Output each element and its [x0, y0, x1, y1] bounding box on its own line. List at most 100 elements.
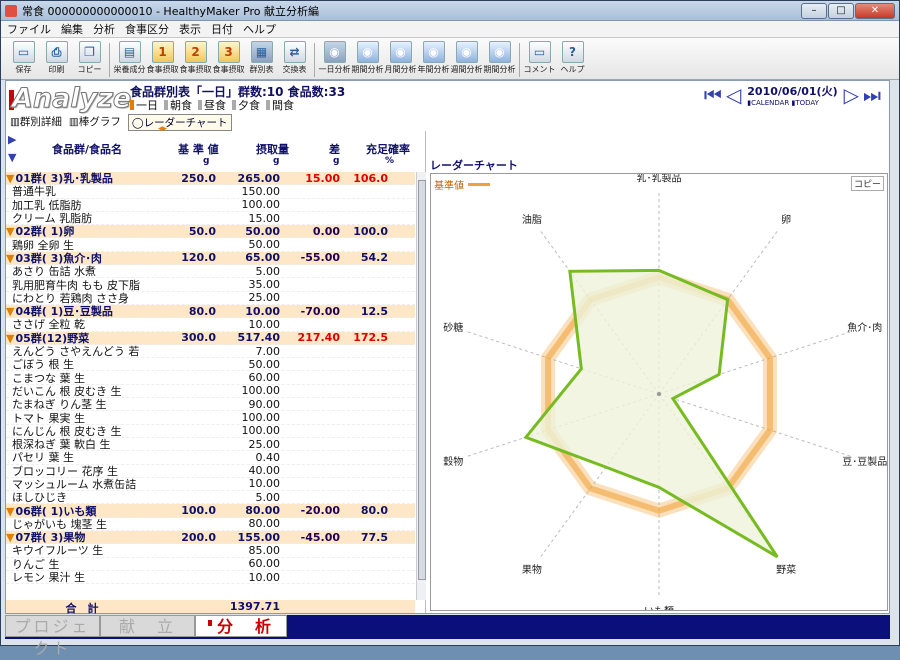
table-row[interactable]: レモン 果汁 生 10.00 [6, 571, 415, 585]
meal-tabs: 一日 朝食 昼食 夕食 間食 [130, 97, 294, 113]
bottom-tab-2[interactable]: 分 析 [195, 615, 287, 637]
menu-item-4[interactable]: 表示 [179, 21, 201, 37]
base-value: 80.0 [188, 304, 216, 318]
col-base[interactable]: 基 準 値 [178, 141, 219, 157]
toolbar-button-12[interactable]: ◉ 年間分析 [417, 41, 450, 75]
menu-item-1[interactable]: 編集 [61, 21, 83, 37]
axis-label-1: 卵 [781, 214, 791, 226]
save-icon: ▭ [12, 41, 35, 63]
diff-value: -20.00 [300, 504, 340, 518]
toolbar-button-2[interactable]: ❐ コピー [75, 41, 104, 75]
toolbar-button-10[interactable]: ◉ 期間分析 [352, 41, 384, 75]
toolbar-label-12: 年間分析 [417, 65, 450, 74]
radar-title: レーダーチャート [430, 159, 518, 172]
radar-section: レーダーチャート 基準値 コピー 乳･乳製品卵魚介･肉豆･豆製品野菜いも類 果物 穀… [430, 159, 888, 617]
diff-value: -55.00 [300, 251, 340, 265]
period-analysis-2-icon: ◉ [488, 41, 511, 63]
toolbar-button-14[interactable]: ◉ 期間分析 [484, 41, 516, 75]
collapse-icon[interactable]: ▼ [8, 151, 16, 164]
last-arrow-icon[interactable]: ⏭ [863, 85, 881, 105]
intake-value: 60.00 [248, 371, 281, 385]
analysis-panel: Analyze 食品群別表「一日」群数:10 食品数:33 一日 朝食 昼食 夕食 間食… [5, 80, 890, 617]
calendar-today-links[interactable]: ▮CALENDAR ▮TODAY [747, 99, 819, 107]
toolbar-button-3[interactable]: ▤ 栄養成分 [114, 41, 146, 75]
menu-item-6[interactable]: ヘルプ [243, 21, 276, 37]
day-analysis-icon: ◉ [323, 41, 346, 63]
toolbar-label-6: 食事摂取 [212, 65, 245, 74]
close-button[interactable]: ✕ [855, 3, 895, 19]
exchange-table-icon: ⇄ [283, 41, 306, 63]
menu-item-2[interactable]: 分析 [93, 21, 115, 37]
toolbar-button-7[interactable]: ▦ 群別表 [247, 41, 276, 75]
toolbar-button-16[interactable]: ? ヘルプ [558, 41, 587, 75]
bottom-tabs: プロジェクト献 立分 析 [5, 615, 890, 658]
meal-tab-4[interactable]: 間食 [266, 97, 294, 113]
toolbar-button-13[interactable]: ◉ 週間分析 [451, 41, 483, 75]
col-intake[interactable]: 摂取量 [256, 141, 289, 157]
first-arrow-icon[interactable]: ⏮ [704, 85, 722, 105]
toolbar-label-7: 群別表 [249, 65, 274, 74]
comment-icon: ▭ [528, 41, 551, 63]
menu-item-3[interactable]: 食事区分 [125, 21, 169, 37]
toolbar-label-2: コピー [77, 65, 102, 74]
meal-tab-3[interactable]: 夕食 [232, 97, 260, 113]
intake-3-icon: 3 [217, 41, 240, 63]
intake-value: 50.00 [248, 238, 281, 252]
menu-item-0[interactable]: ファイル [7, 21, 51, 37]
meal-tab-label: 昼食 [204, 99, 226, 112]
nutrition-icon: ▤ [118, 41, 141, 63]
toolbar-button-6[interactable]: 3 食事摂取 [212, 41, 245, 75]
expand-icon[interactable]: ▶ [8, 133, 16, 146]
toolbar-button-9[interactable]: ◉ 一日分析 [319, 41, 351, 75]
help-icon: ? [561, 41, 584, 63]
intake-value: 155.00 [237, 530, 280, 544]
analysis-header: Analyze 食品群別表「一日」群数:10 食品数:33 一日 朝食 昼食 夕食 間食… [6, 81, 889, 131]
group-table-icon: ▦ [250, 41, 273, 63]
toolbar-button-11[interactable]: ◉ 月間分析 [385, 41, 417, 75]
intake-value: 25.00 [248, 437, 281, 451]
rate-value: 100.0 [353, 224, 388, 238]
view-tab-2[interactable]: ◯レーダーチャート [127, 114, 232, 131]
intake-value: 50.00 [248, 357, 281, 371]
meal-tab-label: 一日 [136, 99, 158, 112]
axis-label-3: 豆･豆製品 [842, 455, 887, 468]
view-tab-1[interactable]: ▥棒グラフ [69, 114, 121, 131]
toolbar-button-8[interactable]: ⇄ 交換表 [280, 41, 309, 75]
scroll-thumb[interactable] [418, 180, 426, 580]
toolbar-button-15[interactable]: ▭ コメント [524, 41, 556, 75]
diff-value: 217.40 [297, 331, 340, 345]
meal-tab-1[interactable]: 朝食 [164, 97, 192, 113]
prev-arrow-icon[interactable]: ◁ [726, 85, 741, 105]
toolbar-button-4[interactable]: 1 食事摂取 [147, 41, 179, 75]
column-resize-icon[interactable]: ◂▸ [158, 124, 167, 134]
bottom-tab-1[interactable]: 献 立 [100, 615, 195, 637]
menu-item-5[interactable]: 日付 [211, 21, 233, 37]
bottom-tab-0[interactable]: プロジェクト [5, 615, 100, 658]
month-analysis-icon: ◉ [389, 41, 412, 63]
chart-copy-button[interactable]: コピー [850, 176, 884, 191]
meal-tab-0[interactable]: 一日 [130, 97, 158, 113]
base-value: 100.0 [181, 504, 216, 518]
table-rows: ▼01群( 3)乳･乳製品 250.0 265.00 15.00 106.0 普通牛乳 15… [6, 172, 415, 600]
intake-value: 10.00 [245, 304, 280, 318]
col-diff[interactable]: 差 [329, 141, 340, 157]
col-name[interactable]: 食品群/食品名 [52, 141, 122, 157]
maximize-button[interactable]: □ [828, 3, 854, 19]
title-bar: 常食 000000000000010 - HealthyMaker Pro 献立… [1, 1, 899, 21]
toolbar-button-0[interactable]: ▭ 保存 [9, 41, 38, 75]
toolbar-button-5[interactable]: 2 食事摂取 [180, 41, 212, 75]
minimize-button[interactable]: – [801, 3, 827, 19]
toolbar-button-1[interactable]: ⎙ 印刷 [42, 41, 71, 75]
view-tab-0[interactable]: ▥群別詳細 [10, 114, 62, 131]
total-label: 合 計 [65, 602, 99, 615]
view-tabs: ▥群別詳細 ▥棒グラフ ◯レーダーチャート [10, 114, 232, 131]
toolbar-separator [314, 43, 315, 77]
next-arrow-icon[interactable]: ▷ [844, 85, 859, 105]
axis-label-9: 油脂 [522, 213, 542, 226]
meal-tab-label: 間食 [272, 99, 294, 112]
current-date[interactable]: 2010/06/01(火) [747, 83, 837, 99]
meal-tab-2[interactable]: 昼食 [198, 97, 226, 113]
table-scrollbar[interactable] [416, 172, 426, 600]
col-rate[interactable]: 充足確率 [366, 141, 410, 157]
intake-value: 150.00 [241, 184, 281, 198]
